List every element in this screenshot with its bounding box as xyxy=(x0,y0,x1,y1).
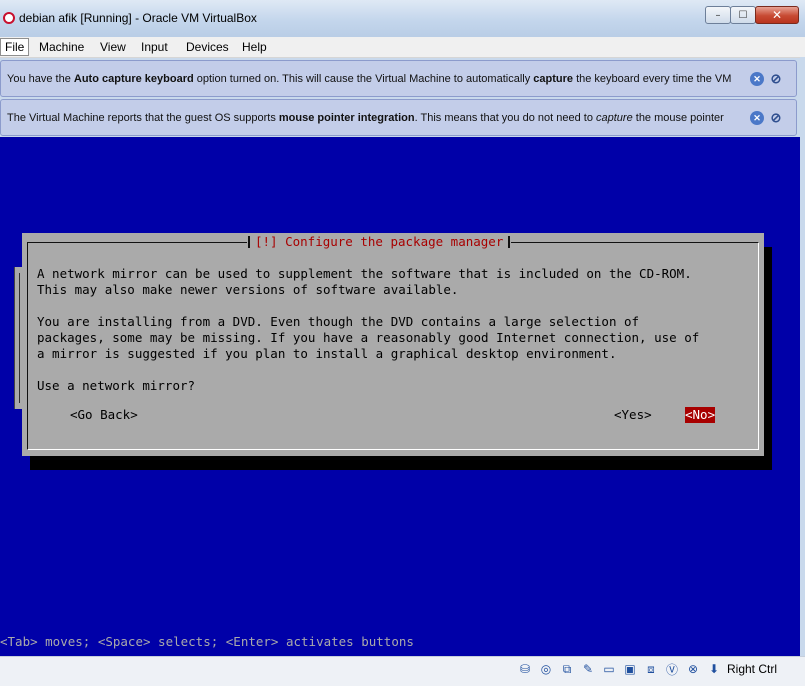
hard-disk-icon[interactable]: ⛁ xyxy=(516,660,534,678)
menu-help[interactable]: Help xyxy=(238,39,271,55)
keyboard-capture-notice: You have the Auto capture keyboard optio… xyxy=(0,60,797,97)
installer-help-line: <Tab> moves; <Space> selects; <Enter> ac… xyxy=(0,634,414,649)
notice-text: You have the Auto capture keyboard optio… xyxy=(7,73,732,85)
dialog-text-line: a mirror is suggested if you plan to ins… xyxy=(37,346,617,361)
yes-button[interactable]: <Yes> xyxy=(614,407,652,423)
dont-show-again-icon[interactable]: ⊘ xyxy=(768,71,784,86)
device-status-icons: ⛁ ◎ ⧉ ✎ ▭ ▣ ⧈ Ⓥ ⊗ ⬇ xyxy=(516,660,723,678)
window-titlebar[interactable]: debian afik [Running] - Oracle VM Virtua… xyxy=(0,0,805,38)
close-button[interactable]: ✕ xyxy=(755,6,799,24)
status-bar: ⛁ ◎ ⧉ ✎ ▭ ▣ ⧈ Ⓥ ⊗ ⬇ Right Ctrl xyxy=(0,656,805,686)
host-key-label: Right Ctrl xyxy=(726,662,777,676)
dialog-text-line: packages, some may be missing. If you ha… xyxy=(37,330,700,345)
dialog-text-line: This may also make newer versions of sof… xyxy=(37,282,459,297)
network-icon[interactable]: ⧉ xyxy=(558,660,576,678)
menu-machine[interactable]: Machine xyxy=(35,39,88,55)
menu-file[interactable]: File xyxy=(0,38,30,56)
optical-drive-icon[interactable]: ◎ xyxy=(537,660,555,678)
virtualization-icon[interactable]: Ⓥ xyxy=(663,660,681,678)
dialog-title: [!] Configure the package manager xyxy=(247,233,512,251)
display-icon[interactable]: ▣ xyxy=(621,660,639,678)
notice-actions: ✕ ⊘ xyxy=(750,71,784,86)
close-notice-icon[interactable]: ✕ xyxy=(750,72,764,86)
dialog-text-line: A network mirror can be used to suppleme… xyxy=(37,266,692,281)
maximize-button[interactable]: ☐ xyxy=(730,6,756,24)
menu-input[interactable]: Input xyxy=(137,39,172,55)
dialog-text-line: You are installing from a DVD. Even thou… xyxy=(37,314,640,329)
virtualbox-app-icon xyxy=(3,12,15,24)
vm-display[interactable]: [!] Configure the package manager A netw… xyxy=(0,137,800,656)
no-button[interactable]: <No> xyxy=(685,407,716,423)
close-notice-icon[interactable]: ✕ xyxy=(750,111,764,125)
package-manager-dialog: [!] Configure the package manager A netw… xyxy=(22,233,764,456)
mouse-integration-notice: The Virtual Machine reports that the gue… xyxy=(0,99,797,136)
shared-folder-icon[interactable]: ▭ xyxy=(600,660,618,678)
host-key-arrow-icon[interactable]: ⬇ xyxy=(705,660,723,678)
usb-icon[interactable]: ✎ xyxy=(579,660,597,678)
menu-view[interactable]: View xyxy=(96,39,130,55)
notice-actions: ✕ ⊘ xyxy=(750,110,784,125)
menu-bar: File Machine View Input Devices Help xyxy=(0,37,805,58)
notice-text: The Virtual Machine reports that the gue… xyxy=(7,112,724,124)
minimize-button[interactable]: – xyxy=(705,6,731,24)
mouse-integration-icon[interactable]: ⊗ xyxy=(684,660,702,678)
dialog-question: Use a network mirror? xyxy=(37,378,196,393)
window-controls: – ☐ ✕ xyxy=(705,6,799,24)
menu-devices[interactable]: Devices xyxy=(182,39,233,55)
recording-icon[interactable]: ⧈ xyxy=(642,660,660,678)
window-title: debian afik [Running] - Oracle VM Virtua… xyxy=(19,11,257,25)
dont-show-again-icon[interactable]: ⊘ xyxy=(768,110,784,125)
window-border xyxy=(800,57,805,656)
go-back-button[interactable]: <Go Back> xyxy=(70,407,138,423)
